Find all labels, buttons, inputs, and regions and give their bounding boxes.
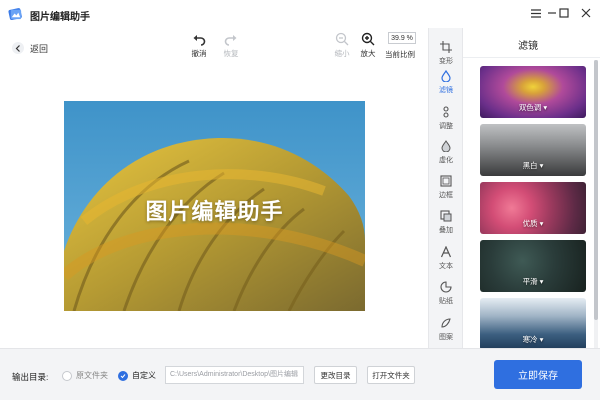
tool-blur[interactable]: 虚化	[429, 135, 463, 171]
tool-overlay[interactable]: 叠加	[429, 205, 463, 241]
blur-drop-icon	[441, 140, 451, 152]
filter-card-quality[interactable]: 优质 ▾	[480, 182, 586, 234]
title-bar: 图片编辑助手	[0, 0, 600, 28]
sticker-icon	[440, 281, 452, 293]
back-label: 返回	[30, 43, 49, 54]
close-icon	[581, 8, 591, 18]
chevron-left-icon	[12, 42, 24, 54]
filter-card-smooth[interactable]: 平滑 ▾	[480, 240, 586, 292]
caret-down-icon: ▾	[539, 277, 544, 286]
edited-photo[interactable]: 图片编辑助手	[64, 101, 365, 311]
zoom-out-label: 缩小	[334, 49, 350, 58]
tool-filter[interactable]: 滤镜	[429, 65, 463, 101]
output-dir-label: 输出目录:	[12, 372, 49, 382]
back-button[interactable]: 返回	[12, 41, 48, 55]
tool-sidebar: 变形 滤镜 调整 虚化 边框 叠加 文本 贴纸 图案	[428, 28, 462, 348]
radio-label: 原文件夹	[76, 371, 108, 380]
filter-card-duotone[interactable]: 双色调 ▾	[480, 66, 586, 118]
undo-label: 撤消	[191, 49, 207, 58]
change-dir-button[interactable]: 更改目录	[314, 366, 357, 384]
photo-watermark-text: 图片编辑助手	[145, 200, 284, 225]
crop-icon	[440, 41, 452, 53]
tool-frame[interactable]: 边框	[429, 170, 463, 206]
tool-label: 调整	[439, 123, 453, 130]
radio-checked-icon	[118, 370, 128, 381]
caret-down-icon: ▾	[539, 161, 544, 170]
zoom-caption: 当前比例	[385, 50, 415, 59]
tool-label: 图案	[439, 334, 453, 341]
undo-icon	[193, 35, 206, 46]
filter-panel: 滤镜 双色调 ▾ 黑白 ▾ 优质 ▾ 平滑 ▾ 寒冷 ▾	[462, 28, 600, 348]
adjust-icon	[443, 106, 449, 118]
filter-label: 平滑 ▾	[522, 277, 544, 286]
app-title: 图片编辑助手	[30, 12, 90, 23]
tool-label: 虚化	[439, 157, 453, 164]
filter-label: 黑白 ▾	[522, 161, 544, 170]
undo-button[interactable]: 撤消	[184, 32, 214, 62]
zoom-out-icon	[335, 32, 349, 46]
tool-pattern[interactable]: 图案	[429, 312, 463, 348]
tool-label: 文本	[439, 263, 453, 270]
zoom-in-label: 放大	[360, 49, 376, 58]
filter-scrollbar-thumb[interactable]	[594, 60, 598, 320]
tool-label: 滤镜	[439, 87, 453, 94]
output-path-input[interactable]: C:\Users\Administrator\Desktop\图片编辑	[165, 366, 304, 384]
close-button[interactable]	[576, 4, 596, 22]
open-folder-button[interactable]: 打开文件夹	[367, 366, 415, 384]
caret-down-icon: ▾	[543, 103, 548, 112]
filter-label: 寒冷 ▾	[522, 335, 544, 344]
filter-card-bw[interactable]: 黑白 ▾	[480, 124, 586, 176]
zoom-in-button[interactable]: 放大	[353, 32, 383, 62]
app-logo-icon	[8, 8, 22, 21]
zoom-value-box[interactable]: 39.9 %	[388, 32, 416, 44]
redo-button[interactable]: 恢复	[216, 32, 246, 62]
radio-original-folder[interactable]: 原文件夹	[62, 370, 108, 381]
divider	[463, 57, 600, 58]
caret-down-icon: ▾	[539, 219, 544, 228]
menu-icon	[531, 8, 541, 18]
save-now-button[interactable]: 立即保存	[494, 360, 582, 389]
text-icon	[440, 246, 452, 258]
filter-label: 优质 ▾	[522, 219, 544, 228]
radio-label: 自定义	[132, 371, 156, 380]
radio-unchecked-icon	[62, 370, 72, 381]
overlay-icon	[440, 210, 452, 222]
redo-icon	[224, 35, 237, 46]
tool-label: 贴纸	[439, 298, 453, 305]
tool-adjust[interactable]: 调整	[429, 101, 463, 137]
filter-card-cold[interactable]: 寒冷 ▾	[480, 298, 586, 348]
tool-label: 叠加	[439, 227, 453, 234]
maximize-icon	[559, 8, 569, 18]
pattern-icon	[441, 318, 451, 328]
maximize-button[interactable]	[554, 4, 574, 22]
caret-down-icon: ▾	[539, 335, 544, 344]
redo-label: 恢复	[223, 49, 239, 58]
tool-label: 边框	[439, 192, 453, 199]
filter-drop-icon	[441, 70, 451, 82]
frame-icon	[440, 175, 452, 187]
radio-custom-folder[interactable]: 自定义	[118, 370, 156, 381]
zoom-in-icon	[361, 32, 375, 46]
tool-text[interactable]: 文本	[429, 241, 463, 277]
filter-label: 双色调 ▾	[518, 103, 548, 112]
tool-sticker[interactable]: 贴纸	[429, 276, 463, 312]
filter-panel-title: 滤镜	[518, 41, 538, 52]
